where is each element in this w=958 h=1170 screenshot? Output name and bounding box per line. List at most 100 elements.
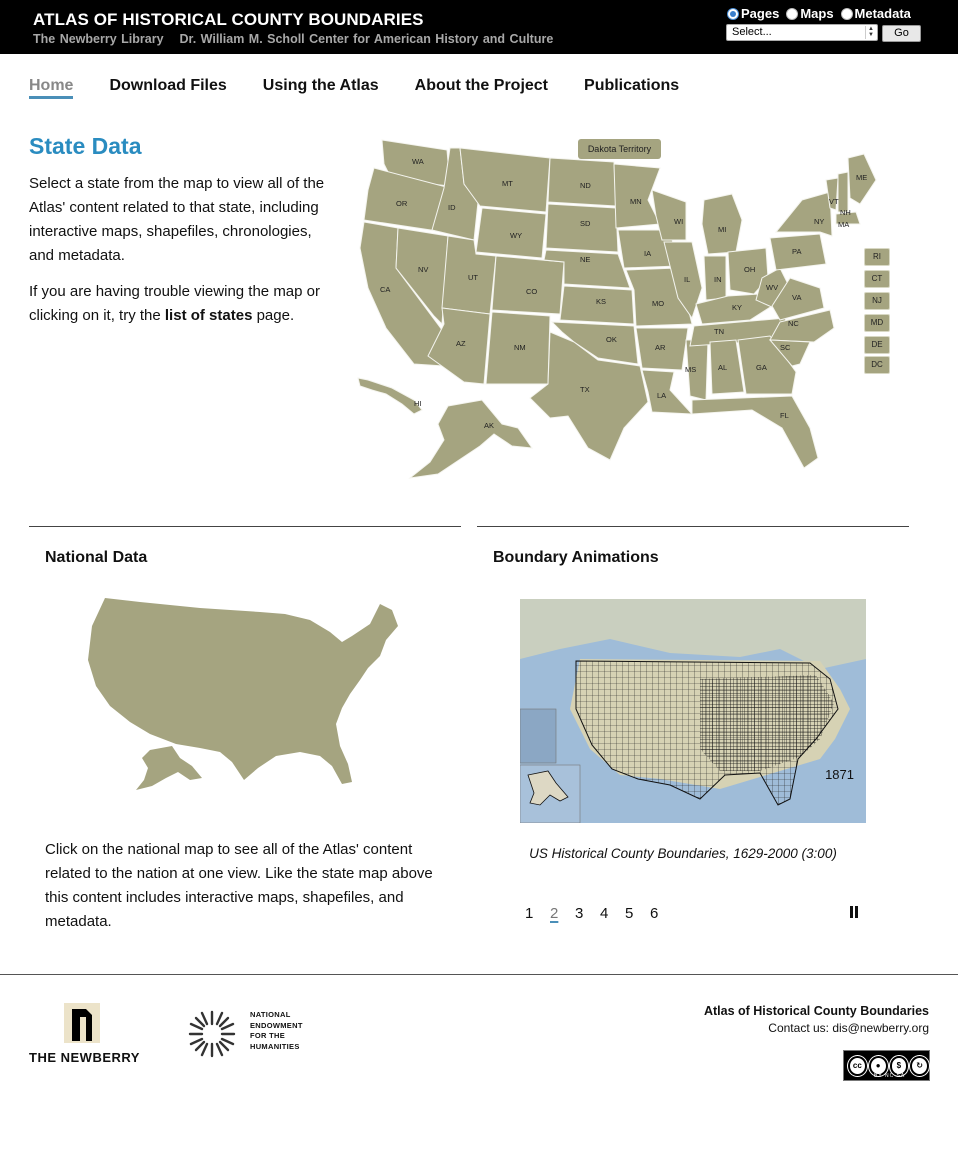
small-state-de[interactable]: DE bbox=[864, 336, 890, 354]
label-ia: IA bbox=[644, 249, 651, 258]
subtitle-center: Dr. William M. Scholl Center for America… bbox=[179, 32, 554, 46]
label-al: AL bbox=[718, 363, 727, 372]
cc-license-labels: BY NC SA bbox=[874, 1073, 906, 1079]
nav-publications[interactable]: Publications bbox=[584, 77, 679, 99]
footer-divider bbox=[0, 974, 958, 975]
state-la[interactable] bbox=[641, 369, 694, 415]
label-ok: OK bbox=[606, 335, 617, 344]
label-la: LA bbox=[657, 391, 666, 400]
site-header: ATLAS OF HISTORICAL COUNTY BOUNDARIES Th… bbox=[0, 0, 958, 54]
national-map-shape[interactable] bbox=[88, 598, 398, 784]
pager-5[interactable]: 5 bbox=[625, 905, 650, 922]
footer-contact-email[interactable]: Contact us: dis@newberry.org bbox=[704, 1020, 929, 1037]
neh-logo[interactable]: NATIONAL ENDOWMENT FOR THE HUMANITIES bbox=[182, 1004, 322, 1064]
state-ny[interactable] bbox=[774, 191, 833, 237]
newberry-logo[interactable]: THE NEWBERRY bbox=[29, 1003, 147, 1068]
cc-sa-icon: ↻ bbox=[909, 1054, 930, 1077]
boundary-animation-player[interactable]: 1871 bbox=[520, 599, 866, 823]
nav-about-project[interactable]: About the Project bbox=[415, 77, 548, 99]
label-sd: SD bbox=[580, 219, 591, 228]
label-ms: MS bbox=[685, 365, 696, 374]
help-text-after: page. bbox=[252, 307, 295, 324]
label-vt: VT bbox=[829, 197, 839, 206]
cc-license-badge[interactable]: cc ● $ ↻ BY NC SA bbox=[843, 1050, 930, 1081]
animation-caption: US Historical County Boundaries, 1629-20… bbox=[529, 846, 837, 861]
site-title[interactable]: ATLAS OF HISTORICAL COUNTY BOUNDARIES bbox=[33, 10, 424, 30]
national-map[interactable] bbox=[80, 596, 405, 791]
label-ky: KY bbox=[732, 303, 742, 312]
state-data-title: State Data bbox=[29, 133, 142, 159]
label-wv: WV bbox=[766, 283, 778, 292]
label-nh: NH bbox=[840, 208, 851, 217]
animation-pager: 1 2 3 4 5 6 bbox=[525, 905, 675, 922]
label-ga: GA bbox=[756, 363, 767, 372]
select-arrows-icon: ▲ ▼ bbox=[865, 26, 876, 39]
state-mi[interactable] bbox=[701, 193, 743, 255]
label-ma: MA bbox=[838, 220, 849, 229]
label-hi: HI bbox=[414, 399, 422, 408]
radio-metadata-button[interactable] bbox=[840, 7, 853, 20]
label-wi: WI bbox=[674, 217, 683, 226]
pager-3[interactable]: 3 bbox=[575, 905, 600, 922]
search-mode-group: Pages Maps Metadata bbox=[727, 6, 911, 21]
label-va: VA bbox=[792, 293, 801, 302]
label-tn: TN bbox=[714, 327, 724, 336]
radio-pages-button[interactable] bbox=[727, 7, 739, 20]
state-help-paragraph: If you are having trouble viewing the ma… bbox=[29, 280, 329, 328]
label-in: IN bbox=[714, 275, 722, 284]
dakota-territory-button[interactable]: Dakota Territory bbox=[578, 139, 661, 159]
state-sd[interactable] bbox=[545, 203, 619, 253]
state-nh[interactable] bbox=[837, 171, 849, 213]
newberry-mark-icon bbox=[64, 1003, 100, 1043]
state-intro-paragraph: Select a state from the map to view all … bbox=[29, 175, 325, 264]
label-mo: MO bbox=[652, 299, 664, 308]
go-button[interactable]: Go bbox=[882, 25, 921, 42]
pager-6[interactable]: 6 bbox=[650, 905, 675, 922]
label-oh: OH bbox=[744, 265, 755, 274]
newberry-name: THE NEWBERRY bbox=[29, 1050, 140, 1065]
national-data-title: National Data bbox=[45, 549, 148, 566]
label-ar: AR bbox=[655, 343, 666, 352]
subtitle-org: The Newberry Library bbox=[33, 32, 164, 46]
nav-download-files[interactable]: Download Files bbox=[109, 77, 226, 99]
label-ne: NE bbox=[580, 255, 590, 264]
label-fl: FL bbox=[780, 411, 789, 420]
state-data-intro: Select a state from the map to view all … bbox=[29, 172, 329, 340]
state-ak[interactable] bbox=[408, 399, 534, 479]
national-map-alaska[interactable] bbox=[136, 746, 202, 790]
main-nav: Home Download Files Using the Atlas Abou… bbox=[29, 77, 715, 99]
label-co: CO bbox=[526, 287, 537, 296]
small-state-md[interactable]: MD bbox=[864, 314, 890, 332]
state-fl[interactable] bbox=[691, 395, 819, 469]
animations-title: Boundary Animations bbox=[493, 549, 659, 566]
small-state-ct[interactable]: CT bbox=[864, 270, 890, 288]
nav-home[interactable]: Home bbox=[29, 77, 74, 99]
us-state-map[interactable]: WA OR CA ID NV MT WY UT AZ CO NM ND SD N… bbox=[352, 128, 892, 488]
radio-metadata-label: Metadata bbox=[854, 6, 911, 21]
radio-pages[interactable]: Pages bbox=[727, 6, 779, 21]
label-pa: PA bbox=[792, 247, 801, 256]
radio-metadata[interactable]: Metadata bbox=[840, 6, 911, 21]
small-state-ri[interactable]: RI bbox=[864, 248, 890, 266]
pager-2[interactable]: 2 bbox=[550, 905, 575, 922]
nav-using-atlas[interactable]: Using the Atlas bbox=[263, 77, 379, 99]
radio-maps-button[interactable] bbox=[786, 7, 799, 20]
label-tx: TX bbox=[580, 385, 590, 394]
label-wy: WY bbox=[510, 231, 522, 240]
small-state-dc[interactable]: DC bbox=[864, 356, 890, 374]
pager-1[interactable]: 1 bbox=[525, 905, 550, 922]
state-hi[interactable] bbox=[357, 377, 423, 415]
label-ut: UT bbox=[468, 273, 478, 282]
pager-4[interactable]: 4 bbox=[600, 905, 625, 922]
pause-icon[interactable] bbox=[849, 906, 859, 918]
search-select[interactable]: Select... ▲ ▼ bbox=[726, 24, 878, 41]
small-state-nj[interactable]: NJ bbox=[864, 292, 890, 310]
state-co[interactable] bbox=[491, 255, 565, 315]
animations-divider bbox=[477, 526, 909, 527]
list-of-states-link[interactable]: list of states bbox=[165, 307, 253, 324]
label-or: OR bbox=[396, 199, 408, 208]
radio-maps[interactable]: Maps bbox=[786, 6, 834, 21]
label-wa: WA bbox=[412, 157, 424, 166]
label-mt: MT bbox=[502, 179, 513, 188]
label-ca: CA bbox=[380, 285, 390, 294]
